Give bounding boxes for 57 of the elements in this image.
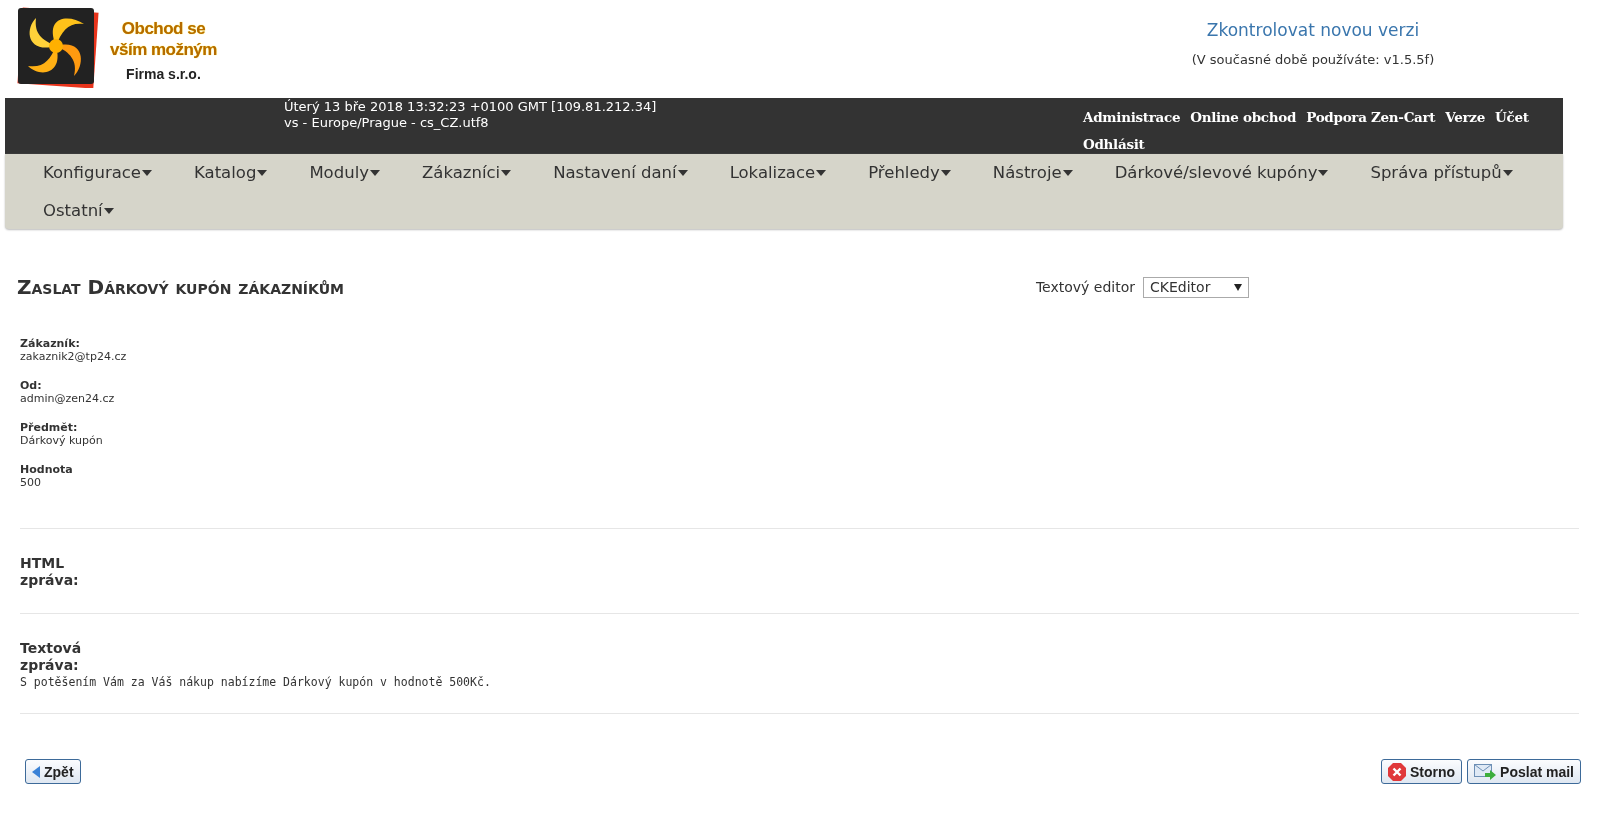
- send-mail-button[interactable]: Poslat mail: [1467, 759, 1581, 784]
- header-link[interactable]: Verze: [1445, 104, 1485, 131]
- caret-icon: [257, 170, 268, 176]
- caret-icon: [1502, 170, 1513, 176]
- caret-icon: [816, 170, 827, 176]
- section-label: zpráva:: [20, 572, 79, 589]
- field-label: Hodnota: [20, 463, 73, 476]
- caret-icon: [1318, 170, 1329, 176]
- caret-icon: [501, 170, 512, 176]
- editor-label: Textový editor: [1035, 279, 1135, 295]
- header-link[interactable]: Podpora Zen-Cart: [1306, 104, 1436, 131]
- menu-item[interactable]: Nástroje: [992, 154, 1073, 192]
- check-version-link[interactable]: Zkontrolovat novou verzi: [1206, 20, 1420, 40]
- caret-icon: [103, 208, 114, 214]
- caret-icon: [370, 170, 380, 176]
- menu-item[interactable]: Nastavení daní: [553, 154, 688, 192]
- cancel-button[interactable]: Storno: [1380, 759, 1463, 784]
- current-version: (V současné době používáte: v1.5.5f): [1191, 52, 1435, 67]
- menu-item[interactable]: Moduly: [309, 154, 380, 192]
- menu-item[interactable]: Lokalizace: [729, 154, 827, 192]
- page-title: Zaslat Dárkový kupón zákazníkům: [17, 275, 344, 299]
- field-label: Od:: [20, 379, 42, 392]
- section-label: Textová: [20, 640, 82, 657]
- menu-item[interactable]: Správa přístupů: [1370, 154, 1513, 192]
- envelope-icon: [1474, 763, 1497, 780]
- header-link[interactable]: Administrace: [1083, 104, 1181, 131]
- caret-icon: [142, 170, 152, 176]
- left-arrow-icon: [32, 765, 40, 778]
- menu-item[interactable]: Přehledy: [868, 154, 951, 192]
- menu-item[interactable]: Zákazníci: [422, 154, 512, 192]
- message-text: S potěšením Vám za Váš nákup nabízíme Dárkový kupón v hodnotě 500Kč.: [20, 675, 491, 689]
- server-info: Úterý 13 bře 2018 13:32:23 +0100 GMT [109.81.212.34]: [284, 99, 657, 115]
- server-info: vs - Europe/Prague - cs_CZ.utf8: [284, 115, 490, 131]
- field-label: Zákazník:: [20, 337, 80, 350]
- logo-text: Obchod se: [121, 18, 206, 39]
- header-link[interactable]: Online obchod: [1190, 104, 1297, 131]
- field-value: Dárkový kupón: [20, 434, 103, 448]
- logo-icon: [14, 6, 100, 88]
- section-label: zpráva:: [20, 657, 79, 674]
- editor-select[interactable]: CKEditor: [1143, 276, 1249, 298]
- field-value: 500: [20, 476, 41, 490]
- company-name: Firma s.r.o.: [126, 66, 201, 82]
- back-button[interactable]: Zpět: [25, 759, 81, 784]
- field-value: zakaznik2@tp24.cz: [20, 350, 127, 364]
- menu-item[interactable]: Ostatní: [43, 192, 114, 230]
- caret-icon: [940, 170, 951, 176]
- field-value: admin@zen24.cz: [20, 392, 115, 406]
- section-label: HTML: [20, 555, 65, 572]
- header-link[interactable]: Účet: [1495, 104, 1529, 131]
- caret-icon: [677, 170, 688, 176]
- logo-text: vším možným: [110, 39, 217, 60]
- menu-item[interactable]: Katalog: [194, 154, 268, 192]
- menu-item[interactable]: Konfigurace: [43, 154, 152, 192]
- caret-icon: [1234, 283, 1242, 291]
- caret-icon: [1062, 170, 1073, 176]
- field-label: Předmět:: [20, 421, 78, 434]
- close-icon: [1387, 762, 1406, 781]
